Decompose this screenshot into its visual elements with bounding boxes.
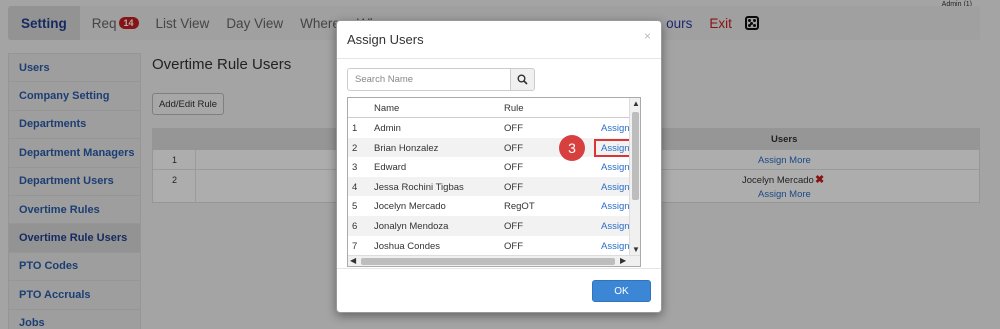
- step-marker: 3: [559, 135, 585, 161]
- modal-footer: OK: [337, 268, 661, 312]
- user-rule: RegOT: [504, 201, 535, 213]
- search-input[interactable]: [347, 68, 511, 91]
- user-name: Brian Honzalez: [374, 142, 439, 154]
- user-rule: OFF: [504, 220, 523, 232]
- assign-link[interactable]: Assign: [601, 123, 630, 134]
- vertical-scrollbar[interactable]: ▲ ▼: [629, 98, 640, 258]
- rule-column-header: Rule: [504, 103, 524, 114]
- ok-button[interactable]: OK: [592, 280, 651, 302]
- user-rule: OFF: [504, 162, 523, 174]
- user-name: Jessa Rochini Tigbas: [374, 181, 464, 193]
- modal-header: Assign Users ×: [337, 21, 661, 59]
- table-row: 7 Joshua Condes OFF Assign: [348, 236, 640, 256]
- search-icon: [517, 74, 528, 85]
- user-name: Jocelyn Mercado: [374, 201, 446, 213]
- user-name: Admin: [374, 123, 401, 134]
- search-button[interactable]: [511, 68, 535, 91]
- row-number: 2: [352, 142, 358, 154]
- row-number: 6: [352, 220, 358, 232]
- assign-link[interactable]: Assign: [601, 162, 630, 173]
- scroll-left-icon[interactable]: ◀: [350, 257, 356, 265]
- scroll-down-icon[interactable]: ▼: [632, 246, 640, 254]
- user-name: Jonalyn Mendoza: [374, 220, 449, 232]
- table-row: 6 Jonalyn Mendoza OFF Assign: [348, 215, 640, 236]
- modal-title: Assign Users: [347, 32, 424, 47]
- search-group: [347, 68, 535, 91]
- row-number: 4: [352, 181, 358, 193]
- user-rule: OFF: [504, 181, 523, 193]
- scroll-right-icon[interactable]: ▶: [620, 257, 626, 265]
- row-number: 5: [352, 201, 358, 213]
- users-table: Name Rule 1 Admin OFF Assign 2 Brian Hon…: [347, 97, 641, 267]
- horizontal-scrollbar[interactable]: ◀ ▶: [348, 255, 640, 266]
- user-name: Edward: [374, 162, 407, 174]
- horizontal-scroll-thumb[interactable]: [361, 258, 615, 265]
- users-table-header: Name Rule: [348, 98, 640, 118]
- name-column-header: Name: [374, 103, 400, 114]
- assign-link-highlighted[interactable]: Assign: [601, 143, 630, 154]
- user-rule: OFF: [504, 142, 523, 154]
- user-rule: OFF: [504, 240, 523, 252]
- row-number: 3: [352, 162, 358, 174]
- assign-link[interactable]: Assign: [601, 241, 630, 252]
- scroll-up-icon[interactable]: ▲: [632, 100, 640, 108]
- close-icon[interactable]: ×: [644, 29, 651, 43]
- assign-users-modal: Assign Users × Name Rule 1 Admin OFF Ass…: [336, 20, 662, 313]
- user-rule: OFF: [504, 123, 523, 134]
- table-row: 1 Admin OFF Assign: [348, 118, 640, 138]
- assign-link[interactable]: Assign: [601, 182, 630, 193]
- assign-link[interactable]: Assign: [601, 221, 630, 232]
- table-row: 3 Edward OFF Assign: [348, 157, 640, 177]
- table-row: 5 Jocelyn Mercado RegOT Assign: [348, 196, 640, 216]
- vertical-scroll-thumb[interactable]: [632, 112, 639, 200]
- table-row: 2 Brian Honzalez OFF Assign: [348, 137, 640, 158]
- user-name: Joshua Condes: [374, 240, 441, 252]
- table-row: 4 Jessa Rochini Tigbas OFF Assign: [348, 176, 640, 197]
- row-number: 7: [352, 240, 358, 252]
- row-number: 1: [352, 123, 358, 134]
- assign-link[interactable]: Assign: [601, 201, 630, 212]
- page: Admin (1) Setting Req 14 List View Day V…: [0, 0, 1000, 329]
